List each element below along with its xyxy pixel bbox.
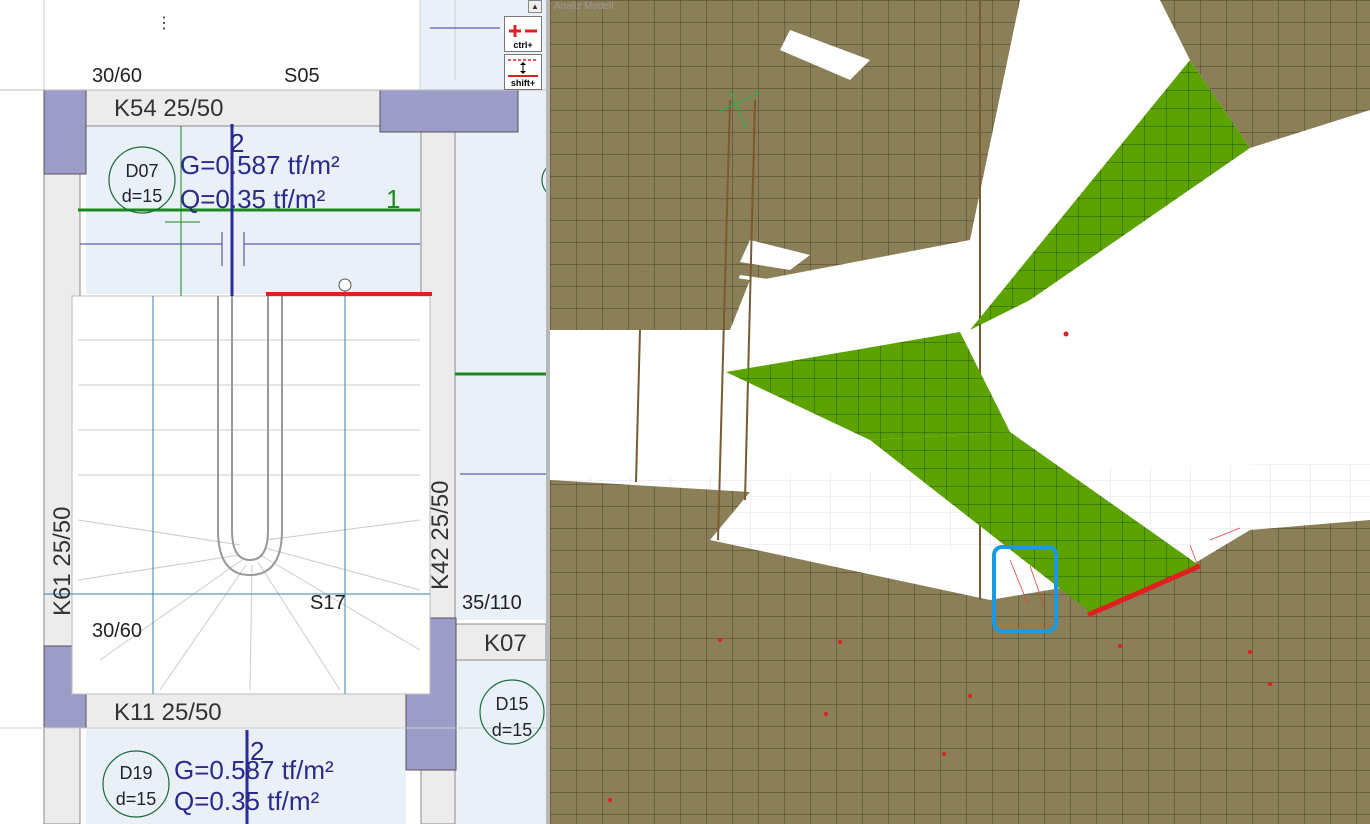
beam-label-k11: K11 25/50 <box>114 699 222 726</box>
slab-id-d07: D07 <box>125 161 158 181</box>
column-top-right <box>379 89 519 133</box>
live-load-bottom: Q=0.35 tf/m² <box>174 786 320 816</box>
shift-move-button[interactable]: shift+ <box>504 54 542 90</box>
slab-thickness-d19: d=15 <box>116 789 157 809</box>
vertical-move-icon <box>508 59 538 77</box>
slab-thickness-d15: d=15 <box>492 720 533 740</box>
slab-thickness-d07: d=15 <box>122 186 163 206</box>
shift-label: shift+ <box>510 78 536 88</box>
axis-mark-bottom-2: 2 <box>250 736 264 766</box>
column-top-left <box>43 89 87 175</box>
scroll-up-icon: ▲ <box>531 2 539 11</box>
live-load-top: Q=0.35 tf/m² <box>180 184 326 214</box>
view-title: Analiz Modeli <box>554 1 614 12</box>
column-label-bottom-right: 35/110 <box>462 592 522 614</box>
beam-label-k61: K61 25/50 <box>49 507 76 616</box>
plus-minus-icon <box>509 25 537 37</box>
beam-label-k07: K07 <box>484 630 527 657</box>
scroll-up-button[interactable]: ▲ <box>528 0 542 13</box>
axis-mark-top-1: 1 <box>386 184 400 214</box>
ctrl-label: ctrl+ <box>513 40 533 50</box>
slab-label-s05: S05 <box>284 65 320 87</box>
axis-mark-top-2: 2 <box>230 128 244 158</box>
beam-label-k54: K54 25/50 <box>114 95 223 122</box>
analysis-model-drawing[interactable] <box>550 0 1370 824</box>
column-label-bottom-left: 30/60 <box>92 620 142 642</box>
slab-id-d15: D15 <box>495 694 528 714</box>
vertical-dots-icon: ⋮ <box>156 15 172 32</box>
slab-id-d19: D19 <box>119 763 152 783</box>
plan-drawing[interactable]: 30/60 S05 K54 25/50 D07 d=15 G=0.587 tf/… <box>0 0 546 824</box>
ctrl-add-remove-button[interactable]: ctrl+ <box>504 16 542 52</box>
analysis-model-3d-view[interactable]: Analiz Modeli <box>550 0 1370 824</box>
stair-label-s17: S17 <box>310 592 346 614</box>
dead-load-top: G=0.587 tf/m² <box>180 150 340 180</box>
column-label-top-left: 30/60 <box>92 65 142 87</box>
plan-view-panel[interactable]: 30/60 S05 K54 25/50 D07 d=15 G=0.587 tf/… <box>0 0 546 824</box>
beam-label-k42: K42 25/50 <box>427 481 454 590</box>
